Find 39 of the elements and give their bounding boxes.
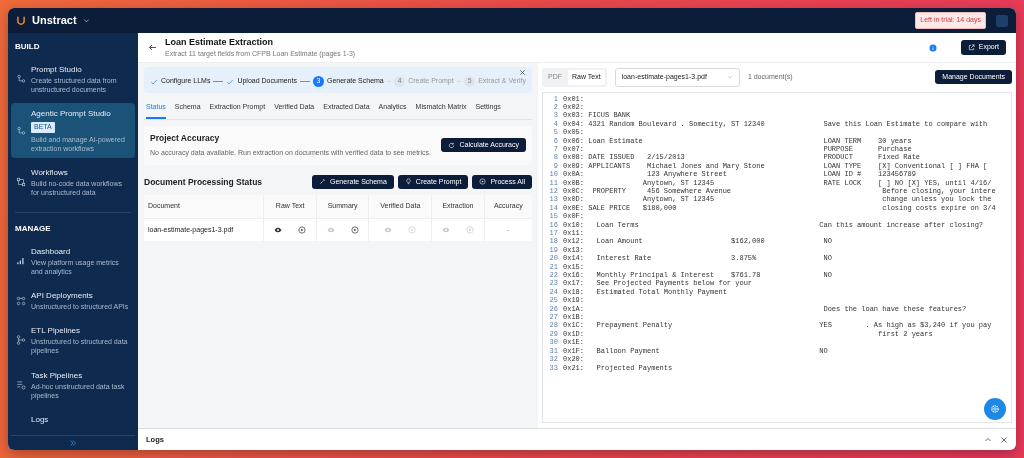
refresh-icon [448,141,456,149]
nodes-icon [16,295,26,306]
back-arrow-icon[interactable] [148,43,157,52]
logo-icon [16,15,26,26]
pipeline-icon [16,335,26,346]
item-title: Agentic Prompt Studio [31,108,111,121]
chevron-down-icon [726,74,733,81]
close-icon[interactable] [1000,435,1008,444]
eye-icon[interactable] [274,225,283,234]
section-heading: BUILD [15,41,41,53]
play-circle-icon[interactable] [298,225,307,234]
app-logo: Unstract [32,13,77,29]
collapse-icon[interactable] [69,439,77,447]
gear-icon [990,404,1000,414]
item-title: Logs [31,413,49,426]
info-icon[interactable] [928,43,937,52]
nodes-icon [16,74,26,85]
section-title: Project Accuracy [150,131,221,145]
item-title: API Deployments [31,290,93,303]
nodes-icon [16,125,26,136]
item-title: ETL Pipelines [31,325,81,338]
close-icon[interactable] [519,69,526,76]
wand-icon [319,178,327,186]
play-circle-icon [479,178,487,186]
section-heading: MANAGE [15,223,52,236]
bar-chart-icon [16,256,26,267]
play-circle-icon[interactable] [350,225,359,234]
item-title: Task Pipelines [31,369,83,382]
page-title: Loan Estimate Extraction [165,35,275,49]
section-title: Document Processing Status [144,175,263,189]
workflow-icon [16,176,26,187]
export-icon [967,44,975,51]
chevron-down-icon[interactable] [82,17,90,24]
sidebar-item[interactable]: Logs [11,408,135,431]
item-title: Prompt Studio [31,64,82,76]
chevron-up-icon[interactable] [984,435,992,444]
item-title: Dashboard [31,246,71,259]
item-title: Workflows [31,166,68,179]
list-icon [16,379,26,390]
